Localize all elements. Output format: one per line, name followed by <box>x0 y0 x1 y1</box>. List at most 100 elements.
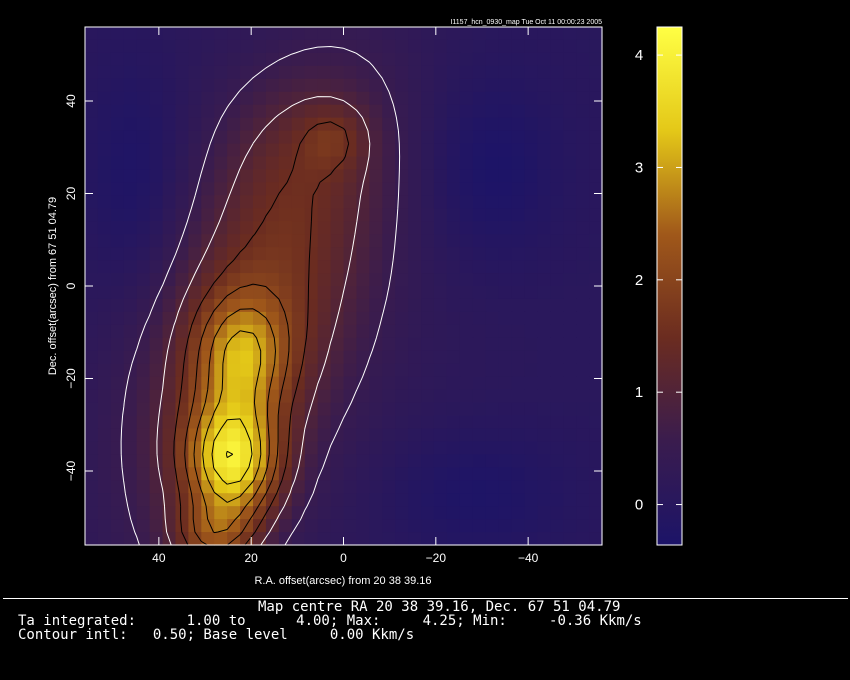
map-cell <box>550 467 564 481</box>
map-cell <box>498 506 513 520</box>
map-cell <box>85 195 99 209</box>
map-cell <box>382 441 396 455</box>
map-cell <box>149 260 164 274</box>
map-cell <box>524 311 538 326</box>
map-cell <box>85 156 99 171</box>
map-cell <box>175 519 190 533</box>
map-cell <box>550 39 564 54</box>
map-cell <box>485 65 500 80</box>
map-cell <box>550 298 564 313</box>
map-cell <box>485 441 500 455</box>
map-cell <box>304 532 319 546</box>
map-cell <box>589 441 603 455</box>
map-cell <box>459 234 474 248</box>
map-cell <box>330 27 345 41</box>
map-cell <box>459 389 474 404</box>
map-cell <box>589 195 603 209</box>
map-cell <box>253 234 267 248</box>
map-cell <box>265 156 280 171</box>
map-cell <box>485 467 500 481</box>
map-cell <box>472 91 487 106</box>
map-cell <box>498 415 513 430</box>
map-cell <box>214 519 228 533</box>
map-cell <box>395 519 409 533</box>
map-cell <box>136 247 151 261</box>
map-cell <box>421 389 435 404</box>
map-cell <box>537 363 551 378</box>
map-cell <box>343 208 358 222</box>
map-cell <box>278 39 293 54</box>
map-cell <box>85 104 99 119</box>
map-cell <box>304 454 319 468</box>
map-cell <box>240 39 254 54</box>
map-cell <box>524 454 538 468</box>
map-cell <box>563 52 577 67</box>
map-cell <box>382 91 396 106</box>
map-cell <box>97 480 112 494</box>
map-cell <box>589 52 603 67</box>
map-cell <box>356 27 370 41</box>
map-cell <box>472 286 487 300</box>
x-tick-label: 40 <box>152 551 166 565</box>
map-cell <box>472 298 487 313</box>
map-cell <box>110 273 125 287</box>
map-cell <box>162 52 177 67</box>
map-cell <box>188 27 202 41</box>
map-cell <box>459 65 474 80</box>
map-cell <box>356 467 370 481</box>
map-cell <box>278 324 293 339</box>
map-cell <box>291 298 306 313</box>
map-cell <box>550 195 564 209</box>
map-cell <box>162 286 177 300</box>
map-cell <box>537 78 551 93</box>
map-cell <box>369 389 383 404</box>
map-figure: 40 20 0 −20 −40 40200−20−40 I1157_hcn_0930_m… <box>47 19 683 587</box>
map-cell <box>201 52 215 67</box>
map-cell <box>85 273 99 287</box>
map-cell <box>136 506 151 520</box>
map-cell <box>550 182 564 196</box>
map-cell <box>343 376 358 391</box>
map-cell <box>563 143 577 158</box>
x-tick-label: 0 <box>340 551 347 565</box>
map-cell <box>382 130 396 145</box>
map-cell <box>395 337 409 352</box>
map-cell <box>214 506 228 520</box>
map-cell <box>214 182 228 196</box>
map-cell <box>563 27 577 41</box>
map-cell <box>589 221 603 235</box>
map-cell <box>433 260 448 274</box>
map-cell <box>214 532 228 546</box>
x-tick-label: 20 <box>244 551 258 565</box>
map-cell <box>317 350 332 365</box>
map-cell <box>227 27 241 41</box>
map-cell <box>382 363 396 378</box>
map-cell <box>278 298 293 313</box>
map-cell <box>408 91 422 106</box>
map-cell <box>304 506 319 520</box>
map-cell <box>253 247 267 261</box>
map-cell <box>563 130 577 145</box>
map-cell <box>382 454 396 468</box>
map-cell <box>149 311 164 326</box>
map-cell <box>485 27 500 41</box>
map-cell <box>253 39 267 54</box>
map-cell <box>330 130 345 145</box>
map-cell <box>110 532 125 546</box>
map-cell <box>110 480 125 494</box>
map-cell <box>421 78 435 93</box>
map-cell <box>589 27 603 41</box>
map-cell <box>550 169 564 183</box>
map-cell <box>459 402 474 417</box>
map-cell <box>472 273 487 287</box>
map-cell <box>498 130 513 145</box>
map-cell <box>537 480 551 494</box>
map-cell <box>382 350 396 365</box>
map-cell <box>123 273 138 287</box>
map-cell <box>524 532 538 546</box>
map-cell <box>421 247 435 261</box>
map-cell <box>498 143 513 158</box>
map-cell <box>421 350 435 365</box>
map-cell <box>227 428 241 442</box>
map-cell <box>382 27 396 41</box>
